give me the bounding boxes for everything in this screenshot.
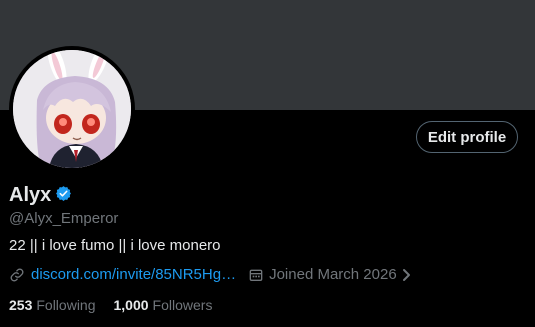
profile-bio: 22 || i love fumo || i love monero	[9, 237, 221, 254]
chevron-right-icon	[401, 268, 413, 282]
link-icon	[9, 267, 25, 283]
followers-count: 1,000	[113, 297, 149, 313]
avatar-image	[13, 50, 131, 168]
calendar-icon	[248, 267, 264, 283]
verified-badge-icon[interactable]	[55, 185, 72, 207]
following-count: 253	[9, 297, 33, 313]
joined-date[interactable]: Joined March 2026	[248, 266, 413, 283]
follow-stats: 253 Following 1,000 Followers	[9, 297, 212, 313]
followers-stat[interactable]: 1,000 Followers	[114, 297, 213, 313]
followers-label: Followers	[152, 297, 213, 313]
display-name-row: Alyx	[9, 184, 72, 207]
following-stat[interactable]: 253 Following	[9, 297, 96, 313]
joined-label: Joined March 2026	[269, 266, 397, 283]
display-name: Alyx	[9, 184, 52, 206]
profile-meta: discord.com/invite/85NR5Hg… Joined March…	[9, 266, 413, 283]
following-label: Following	[36, 297, 96, 313]
profile-website-link[interactable]: discord.com/invite/85NR5Hg…	[31, 266, 236, 283]
username-handle: @Alyx_Emperor	[9, 210, 119, 227]
edit-profile-button[interactable]: Edit profile	[416, 121, 518, 153]
avatar[interactable]	[9, 46, 135, 172]
